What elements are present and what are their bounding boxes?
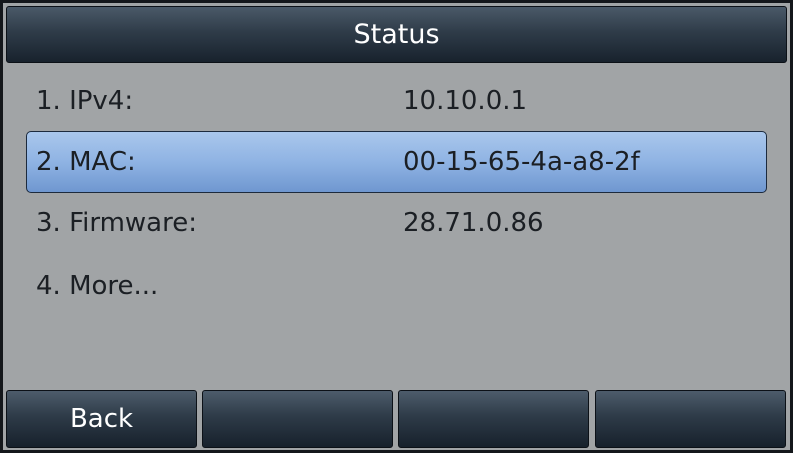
menu-item-label: 1. IPv4: [36,86,134,116]
menu-item-ipv4[interactable]: 1. IPv4: 10.10.0.1 [26,70,767,132]
menu-item-firmware[interactable]: 3. Firmware: 28.71.0.86 [26,192,767,254]
softkey-3[interactable] [398,390,589,448]
menu-item-value: 10.10.0.1 [403,86,528,116]
menu-item-more[interactable]: 4. More... [26,255,767,317]
softkey-2[interactable] [202,390,393,448]
menu-item-value: 28.71.0.86 [403,208,544,238]
back-softkey[interactable]: Back [6,390,197,448]
menu-item-label: 3. Firmware: [36,208,197,238]
screen-title: Status [353,19,440,50]
menu-item-value: 00-15-65-4a-a8-2f [403,147,640,177]
menu-item-label: 4. More... [36,271,159,301]
title-bar: Status [6,6,787,63]
menu-item-label: 2. MAC: [36,147,136,177]
softkey-4[interactable] [595,390,786,448]
menu-item-mac[interactable]: 2. MAC: 00-15-65-4a-a8-2f [26,131,767,193]
phone-status-screen: Status 1. IPv4: 10.10.0.1 2. MAC: 00-15-… [0,0,793,453]
softkey-bar: Back [6,390,787,448]
